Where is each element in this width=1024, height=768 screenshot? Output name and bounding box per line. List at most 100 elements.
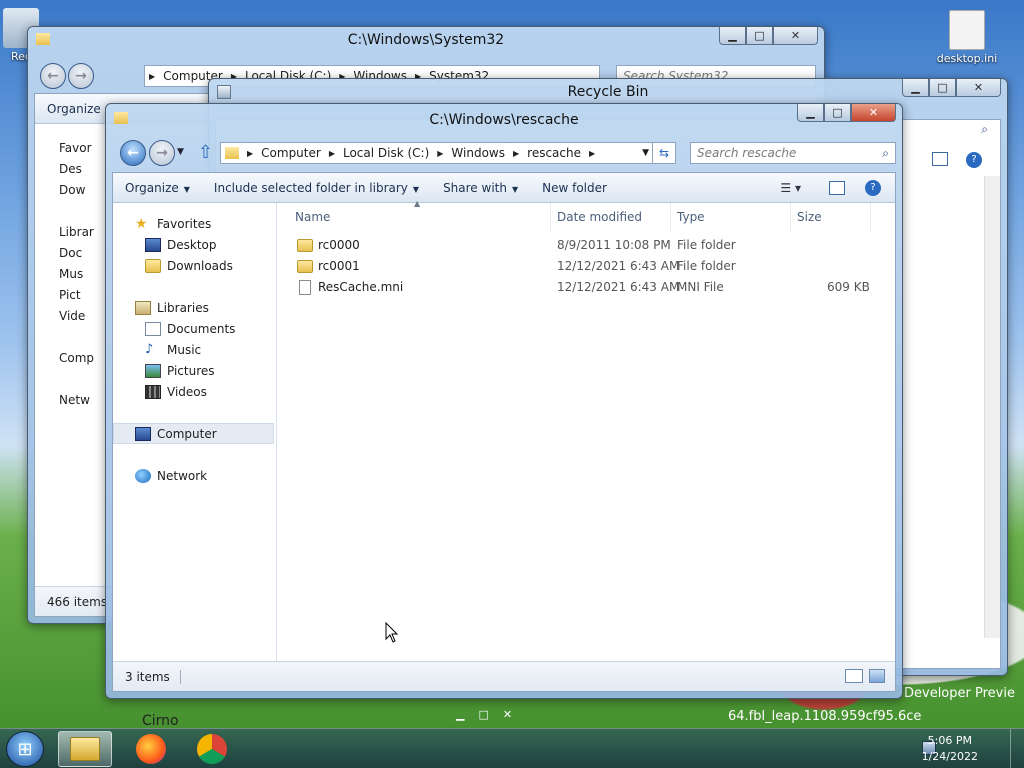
clock[interactable]: 5:06 PM 1/24/2022 xyxy=(922,733,978,765)
breadcrumb-local-disk[interactable]: Local Disk (C:) xyxy=(343,146,429,160)
back-button[interactable]: ← xyxy=(40,63,66,89)
search-icon[interactable]: ⌕ xyxy=(981,122,988,137)
share-with-button[interactable]: Share with ▼ xyxy=(431,181,530,195)
maximize-button[interactable]: □ xyxy=(929,79,956,97)
organize-button[interactable]: Organize xyxy=(35,102,113,116)
search-placeholder: Search rescache xyxy=(697,146,797,160)
nav-network[interactable]: Network xyxy=(113,465,274,486)
search-input[interactable]: Search rescache ⌕ xyxy=(690,142,896,164)
desktop-icon-desktop-ini[interactable]: desktop.ini xyxy=(932,10,1002,65)
nav-favorites[interactable]: ★ Favorites xyxy=(113,213,274,234)
rescache-window[interactable]: C:\Windows\rescache ▁ □ ✕ ← → ▼ ⇧ ▶ Compu… xyxy=(105,103,903,699)
close-button[interactable]: ✕ xyxy=(956,79,1001,97)
organize-button[interactable]: Organize ▼ xyxy=(113,181,202,195)
forward-button[interactable]: → xyxy=(68,63,94,89)
pictures-icon xyxy=(145,363,161,378)
recycle-titlebar[interactable]: Recycle Bin ▁ □ ✕ xyxy=(209,79,1007,105)
preview-pane-icon[interactable] xyxy=(932,152,948,166)
system32-titlebar[interactable]: C:\Windows\System32 ▁ □ ✕ xyxy=(28,27,824,53)
file-type: File folder xyxy=(677,259,736,273)
include-in-library-button[interactable]: Include selected folder in library ▼ xyxy=(202,181,431,195)
nav-music[interactable]: ♪ Music xyxy=(113,339,274,360)
search-icon[interactable]: ⌕ xyxy=(882,146,889,161)
folder-icon xyxy=(297,239,313,252)
music-icon: ♪ xyxy=(145,341,154,357)
settings-file-icon xyxy=(949,10,985,50)
folder-icon xyxy=(225,147,239,159)
minimize-icon[interactable]: ▁ xyxy=(456,708,464,726)
rescache-titlebar[interactable]: C:\Windows\rescache ▁ □ ✕ xyxy=(106,104,902,130)
caption-buttons: ▁ □ ✕ xyxy=(902,79,1001,97)
minimize-button[interactable]: ▁ xyxy=(797,104,824,122)
details-view-icon[interactable] xyxy=(845,669,863,683)
rescache-address-row: ← → ▼ ⇧ ▶ Computer ▶ Local Disk (C:) ▶ Wind… xyxy=(116,140,896,166)
scrollbar[interactable] xyxy=(984,176,1000,638)
item-count: 3 items xyxy=(125,669,181,684)
desktop-icon xyxy=(145,237,161,252)
caption-buttons: ▁ □ ✕ xyxy=(797,104,896,122)
view-options-icon[interactable]: ☰ ▾ xyxy=(780,181,801,195)
star-icon: ★ xyxy=(135,215,148,232)
file-row[interactable]: rc0001 12/12/2021 6:43 AM File folder xyxy=(277,256,895,277)
breadcrumb-rescache[interactable]: rescache xyxy=(527,146,581,160)
downloads-icon xyxy=(145,258,161,273)
navigation-pane: ★ Favorites Desktop Downloads Libraries D… xyxy=(113,203,277,661)
start-button[interactable]: ⊞ xyxy=(6,731,44,767)
libraries-icon xyxy=(135,300,151,315)
up-level-icon[interactable]: ⇧ xyxy=(198,142,213,163)
maximize-button[interactable]: □ xyxy=(824,104,851,122)
maximize-button[interactable]: □ xyxy=(746,27,773,45)
breadcrumb-windows[interactable]: Windows xyxy=(451,146,505,160)
nav-libraries[interactable]: Libraries xyxy=(113,297,274,318)
close-icon[interactable]: ✕ xyxy=(503,708,512,726)
refresh-button[interactable]: ⇆ xyxy=(652,142,676,164)
file-row[interactable]: rc0000 8/9/2011 10:08 PM File folder xyxy=(277,235,895,256)
clock-date: 1/24/2022 xyxy=(921,750,978,763)
close-button[interactable]: ✕ xyxy=(851,104,896,122)
minimize-button[interactable]: ▁ xyxy=(902,79,929,97)
rescache-client: Organize ▼ Include selected folder in lib… xyxy=(112,172,896,692)
windows-logo-icon: ⊞ xyxy=(17,738,33,760)
thumbnail-controls: ▁ □ ✕ xyxy=(456,708,556,726)
new-folder-button[interactable]: New folder xyxy=(530,181,619,195)
file-row[interactable]: ResCache.mni 12/12/2021 6:43 AM MNI File… xyxy=(277,277,895,298)
documents-icon xyxy=(145,321,161,336)
large-icons-view-icon[interactable] xyxy=(869,669,885,683)
column-size[interactable]: Size xyxy=(791,203,871,231)
address-bar[interactable]: ▶ Computer ▶ Local Disk (C:) ▶ Windows ▶ res… xyxy=(220,142,656,164)
taskbar-chrome[interactable] xyxy=(185,731,239,767)
nav-computer[interactable]: Computer xyxy=(113,423,274,444)
breadcrumb-computer[interactable]: Computer xyxy=(261,146,321,160)
firefox-icon xyxy=(136,734,166,764)
network-icon xyxy=(135,468,151,483)
help-icon[interactable]: ? xyxy=(865,179,881,196)
maximize-icon[interactable]: □ xyxy=(478,708,488,726)
nav-videos[interactable]: Videos xyxy=(113,381,274,402)
column-date-modified[interactable]: Date modified xyxy=(551,203,671,231)
wallpaper-caption-left: Cirno xyxy=(142,713,179,729)
taskbar-firefox[interactable] xyxy=(124,731,178,767)
desktop-icon-label: desktop.ini xyxy=(936,52,998,65)
command-bar: Organize ▼ Include selected folder in lib… xyxy=(113,173,895,203)
caption-buttons: ▁ □ ✕ xyxy=(719,27,818,45)
close-button[interactable]: ✕ xyxy=(773,27,818,45)
nav-downloads[interactable]: Downloads xyxy=(113,255,274,276)
file-date: 12/12/2021 6:43 AM xyxy=(557,280,680,294)
column-type[interactable]: Type xyxy=(671,203,791,231)
taskbar: ⊞ 5:06 PM 1/24/2022 xyxy=(0,728,1024,768)
address-dropdown-icon[interactable]: ▼ xyxy=(642,148,649,158)
file-icon xyxy=(299,280,311,295)
forward-button[interactable]: → xyxy=(149,140,175,166)
minimize-button[interactable]: ▁ xyxy=(719,27,746,45)
nav-pictures[interactable]: Pictures xyxy=(113,360,274,381)
nav-documents[interactable]: Documents xyxy=(113,318,274,339)
recent-pages-dropdown-icon[interactable]: ▼ xyxy=(177,147,184,157)
nav-desktop[interactable]: Desktop xyxy=(113,234,274,255)
taskbar-explorer[interactable] xyxy=(58,731,112,767)
help-icon[interactable]: ? xyxy=(966,152,982,168)
status-bar: 3 items xyxy=(113,661,895,691)
back-button[interactable]: ← xyxy=(120,140,146,166)
show-desktop-button[interactable] xyxy=(1010,729,1024,768)
mouse-cursor-icon xyxy=(385,622,399,643)
preview-pane-icon[interactable] xyxy=(829,180,845,195)
